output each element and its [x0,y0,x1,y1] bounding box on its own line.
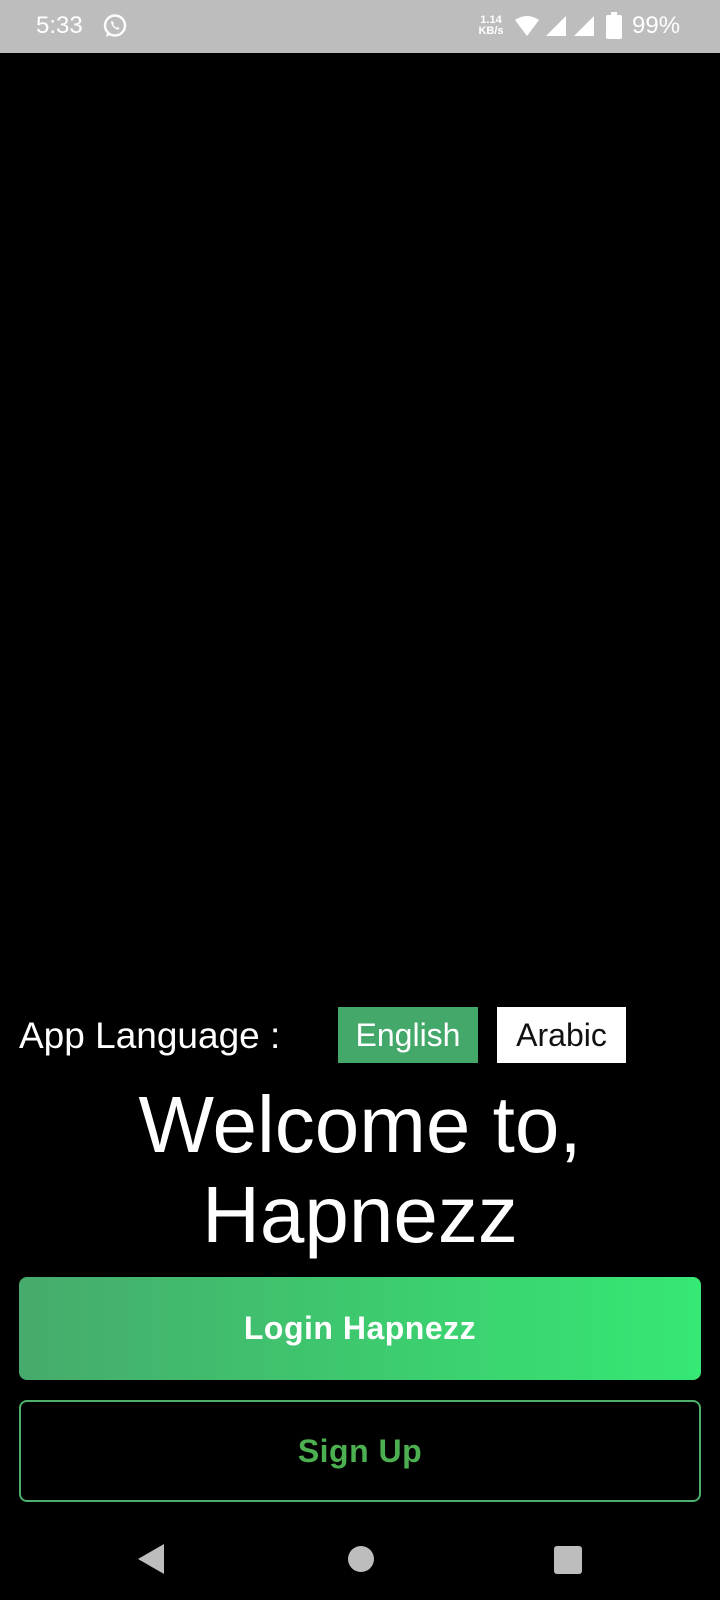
signup-button[interactable]: Sign Up [19,1400,701,1502]
welcome-title: Welcome to, Hapnezz [0,1080,720,1260]
login-button[interactable]: Login Hapnezz [19,1277,701,1380]
back-icon[interactable] [136,1542,166,1576]
navigation-bar [0,1520,720,1600]
whatsapp-icon [103,14,127,37]
wifi-icon [515,16,539,36]
signal-icon [574,16,594,36]
battery-percent: 99% [632,12,681,39]
language-english-button[interactable]: English [338,1007,478,1063]
network-speed-unit: KB/s [478,25,504,37]
signal-icon [546,16,566,36]
status-time: 5:33 [36,12,83,39]
app-language-label: App Language : [19,1015,281,1056]
welcome-line-1: Welcome to, [138,1080,582,1169]
status-bar: 5:33 1.14 KB/s 99% [0,0,720,53]
home-icon[interactable] [347,1545,375,1573]
welcome-line-2: Hapnezz [202,1170,518,1259]
battery-icon [606,12,622,39]
language-arabic-button[interactable]: Arabic [497,1007,626,1063]
app-screen: 5:33 1.14 KB/s 99% App Language : Englis… [0,0,720,1600]
recents-icon[interactable] [553,1545,583,1575]
network-speed: 1.14 KB/s [476,15,506,37]
